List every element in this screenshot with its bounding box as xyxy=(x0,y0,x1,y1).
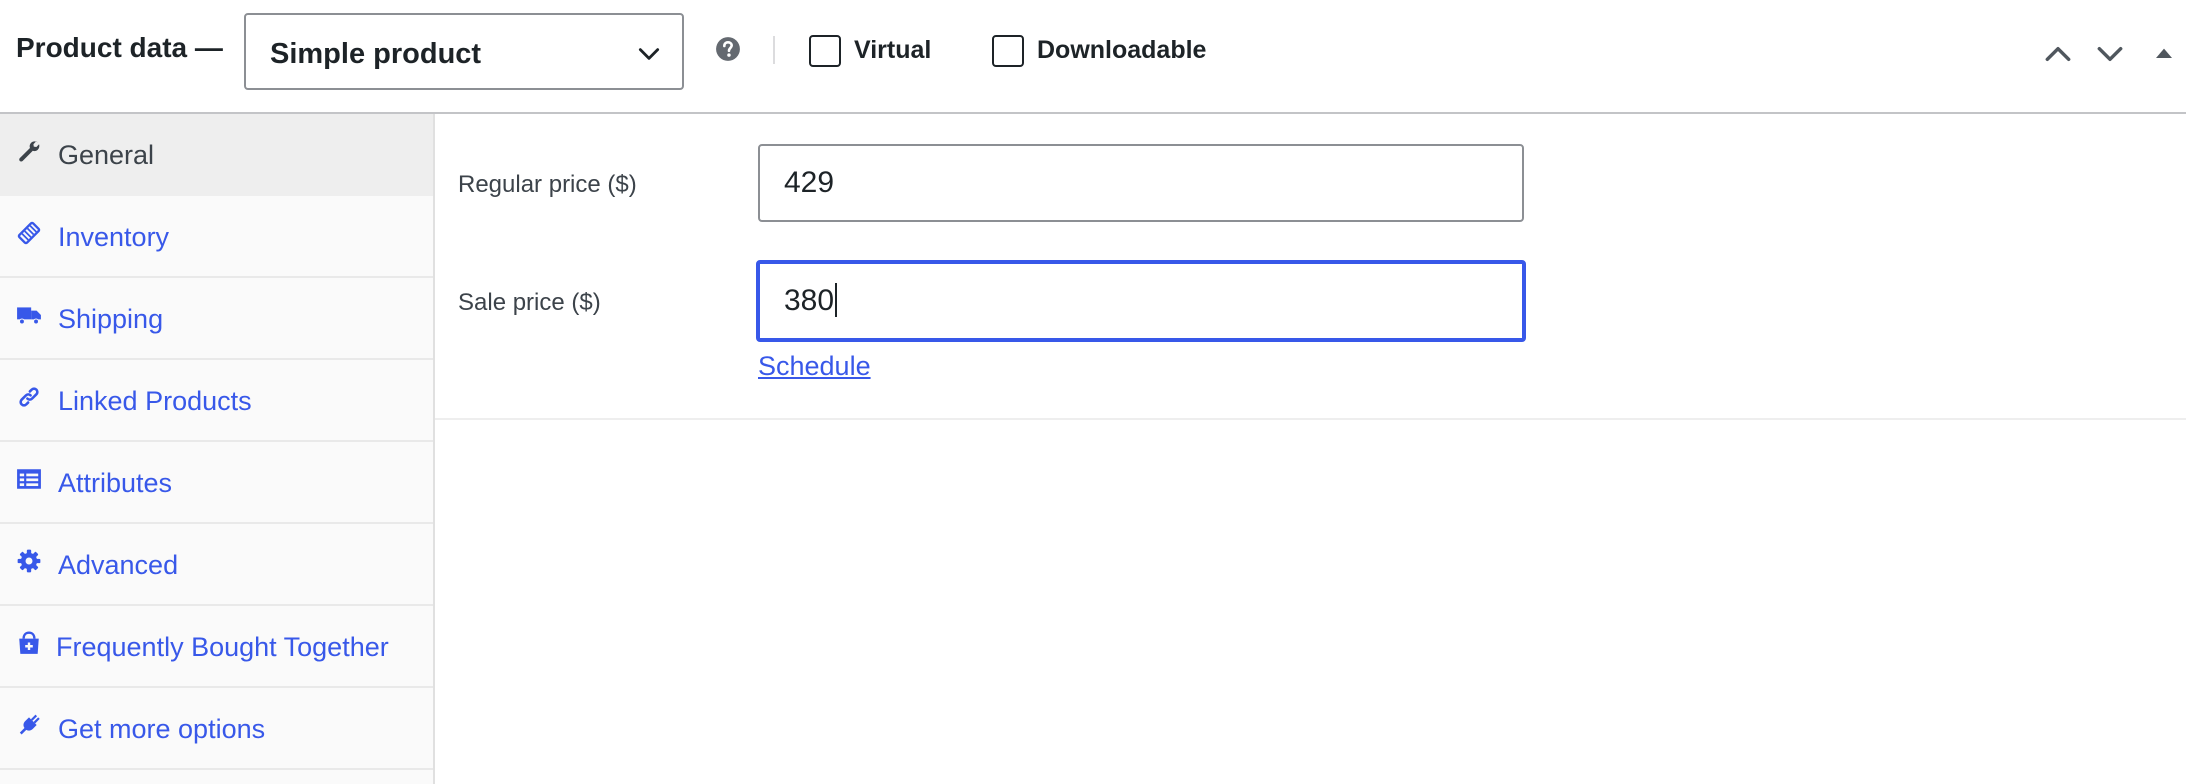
product-data-header: Product data — Simple product Virtual Do… xyxy=(0,0,2186,114)
wrench-icon xyxy=(19,141,40,162)
chevron-down-icon xyxy=(638,48,660,60)
gear-icon xyxy=(17,549,41,573)
tab-advanced[interactable]: Advanced xyxy=(0,524,433,606)
link-icon xyxy=(19,387,39,407)
tab-frequently-bought-together-label: Frequently Bought Together xyxy=(56,632,389,662)
tab-general[interactable]: General xyxy=(0,114,433,196)
tab-general-label: General xyxy=(58,140,155,170)
product-type-select[interactable]: Simple product xyxy=(244,13,684,90)
downloadable-label[interactable]: Downloadable xyxy=(1037,36,1206,65)
schedule-link[interactable]: Schedule xyxy=(758,351,871,382)
tab-attributes-label: Attributes xyxy=(58,468,173,498)
panel-divider xyxy=(435,418,2186,420)
tab-inventory[interactable]: Inventory xyxy=(0,196,433,278)
list-table-icon xyxy=(17,469,41,489)
header-divider xyxy=(773,36,775,64)
sale-price-input[interactable] xyxy=(756,260,1526,342)
sale-price-label: Sale price ($) xyxy=(458,289,601,316)
plug-icon xyxy=(19,714,40,735)
tab-linked-products[interactable]: Linked Products xyxy=(0,360,433,442)
move-down-icon[interactable] xyxy=(2094,38,2126,70)
tab-linked-products-label: Linked Products xyxy=(58,386,252,416)
tab-frequently-bought-together[interactable]: Frequently Bought Together xyxy=(0,606,433,688)
truck-icon xyxy=(17,307,41,325)
shopping-bag-icon xyxy=(19,631,39,654)
tab-attributes[interactable]: Attributes xyxy=(0,442,433,524)
product-type-value: Simple product xyxy=(270,38,482,70)
tab-shipping[interactable]: Shipping xyxy=(0,278,433,360)
tag-icon xyxy=(17,221,41,245)
product-data-tabs: General Inventory Shipping Linked Produc… xyxy=(0,114,435,784)
tab-get-more-options-label: Get more options xyxy=(58,714,266,744)
tab-advanced-label: Advanced xyxy=(58,550,179,580)
move-up-icon[interactable] xyxy=(2042,38,2074,70)
regular-price-input[interactable] xyxy=(758,144,1524,222)
tab-inventory-label: Inventory xyxy=(58,222,170,252)
virtual-label[interactable]: Virtual xyxy=(854,36,931,65)
downloadable-checkbox[interactable] xyxy=(992,35,1024,67)
toggle-panel-icon[interactable] xyxy=(2148,38,2180,70)
product-data-title: Product data — xyxy=(16,32,223,63)
tab-get-more-options[interactable]: Get more options xyxy=(0,688,433,770)
virtual-checkbox[interactable] xyxy=(809,35,841,67)
regular-price-label: Regular price ($) xyxy=(458,171,637,198)
question-circle-icon[interactable] xyxy=(715,36,741,62)
tab-shipping-label: Shipping xyxy=(58,304,164,334)
text-cursor xyxy=(835,283,837,317)
